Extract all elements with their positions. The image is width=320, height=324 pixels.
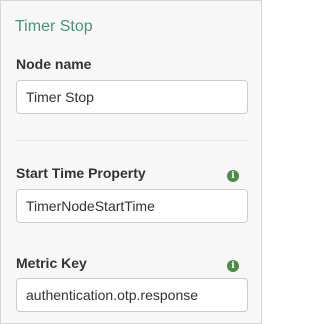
section-divider: [15, 140, 249, 141]
node-properties-panel: Timer Stop Node name Start Time Property…: [0, 0, 262, 324]
metric-key-label: Metric Key: [16, 255, 87, 271]
node-name-input[interactable]: [16, 80, 248, 114]
panel-title: Timer Stop: [15, 18, 93, 35]
start-time-property-label: Start Time Property: [16, 165, 146, 181]
start-time-property-input[interactable]: [16, 189, 248, 223]
info-icon[interactable]: i: [227, 170, 239, 182]
metric-key-input[interactable]: [16, 278, 248, 312]
node-name-label: Node name: [16, 56, 92, 72]
info-icon[interactable]: i: [227, 260, 239, 272]
